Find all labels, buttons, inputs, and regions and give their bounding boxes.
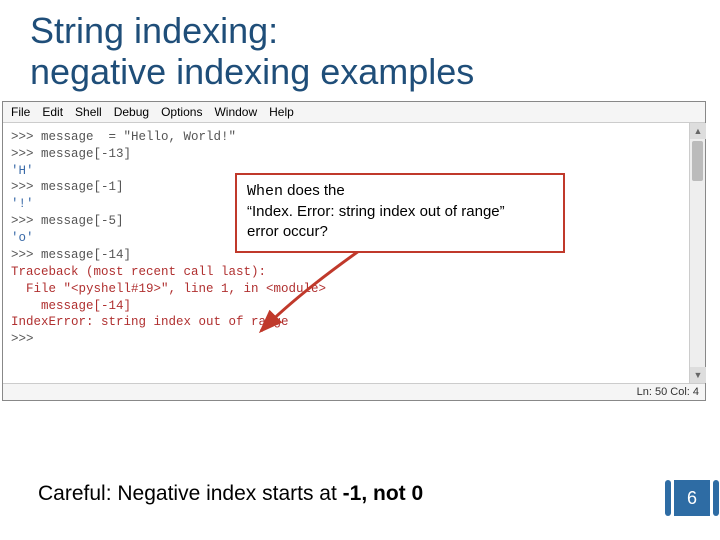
callout-rest1: does the — [283, 182, 345, 199]
footer-note-text: Careful: Negative index starts at — [38, 482, 343, 505]
footer-note: Careful: Negative index starts at -1, no… — [38, 482, 423, 506]
code-line: message[-14] — [11, 298, 681, 315]
shell-output[interactable]: >>> message = "Hello, World!">>> message… — [3, 123, 689, 383]
scroll-up-icon[interactable]: ▲ — [690, 123, 706, 139]
menu-debug[interactable]: Debug — [114, 105, 149, 119]
scroll-down-icon[interactable]: ▼ — [690, 367, 706, 383]
slide-title: String indexing: negative indexing examp… — [0, 0, 720, 97]
callout-line3: error occur? — [247, 223, 328, 240]
code-line: File "<pyshell#19>", line 1, in <module> — [11, 281, 681, 298]
footer-note-bold: -1, not 0 — [343, 482, 424, 505]
editor-area: >>> message = "Hello, World!">>> message… — [3, 123, 705, 383]
idle-shell-window: File Edit Shell Debug Options Window Hel… — [2, 101, 706, 401]
title-line-2: negative indexing examples — [30, 51, 474, 92]
title-line-1: String indexing: — [30, 10, 278, 51]
menubar: File Edit Shell Debug Options Window Hel… — [3, 102, 705, 123]
menu-edit[interactable]: Edit — [42, 105, 63, 119]
callout-box: When does the “Index. Error: string inde… — [235, 173, 565, 253]
callout-line2: “Index. Error: string index out of range… — [247, 203, 505, 220]
menu-options[interactable]: Options — [161, 105, 202, 119]
callout-when: When — [247, 183, 283, 200]
cursor-position: Ln: 50 Col: 4 — [637, 386, 699, 398]
code-line: Traceback (most recent call last): — [11, 264, 681, 281]
code-line: >>> message[-13] — [11, 146, 681, 163]
menu-window[interactable]: Window — [214, 105, 257, 119]
page-number-badge: 6 — [674, 480, 710, 516]
scroll-thumb[interactable] — [692, 141, 703, 181]
menu-help[interactable]: Help — [269, 105, 294, 119]
menu-file[interactable]: File — [11, 105, 30, 119]
code-line: IndexError: string index out of range — [11, 314, 681, 331]
vertical-scrollbar[interactable]: ▲ ▼ — [689, 123, 705, 383]
page-number: 6 — [687, 488, 697, 509]
status-bar: Ln: 50 Col: 4 — [3, 383, 705, 400]
code-line: >>> — [11, 331, 681, 348]
code-line: >>> message = "Hello, World!" — [11, 129, 681, 146]
menu-shell[interactable]: Shell — [75, 105, 102, 119]
